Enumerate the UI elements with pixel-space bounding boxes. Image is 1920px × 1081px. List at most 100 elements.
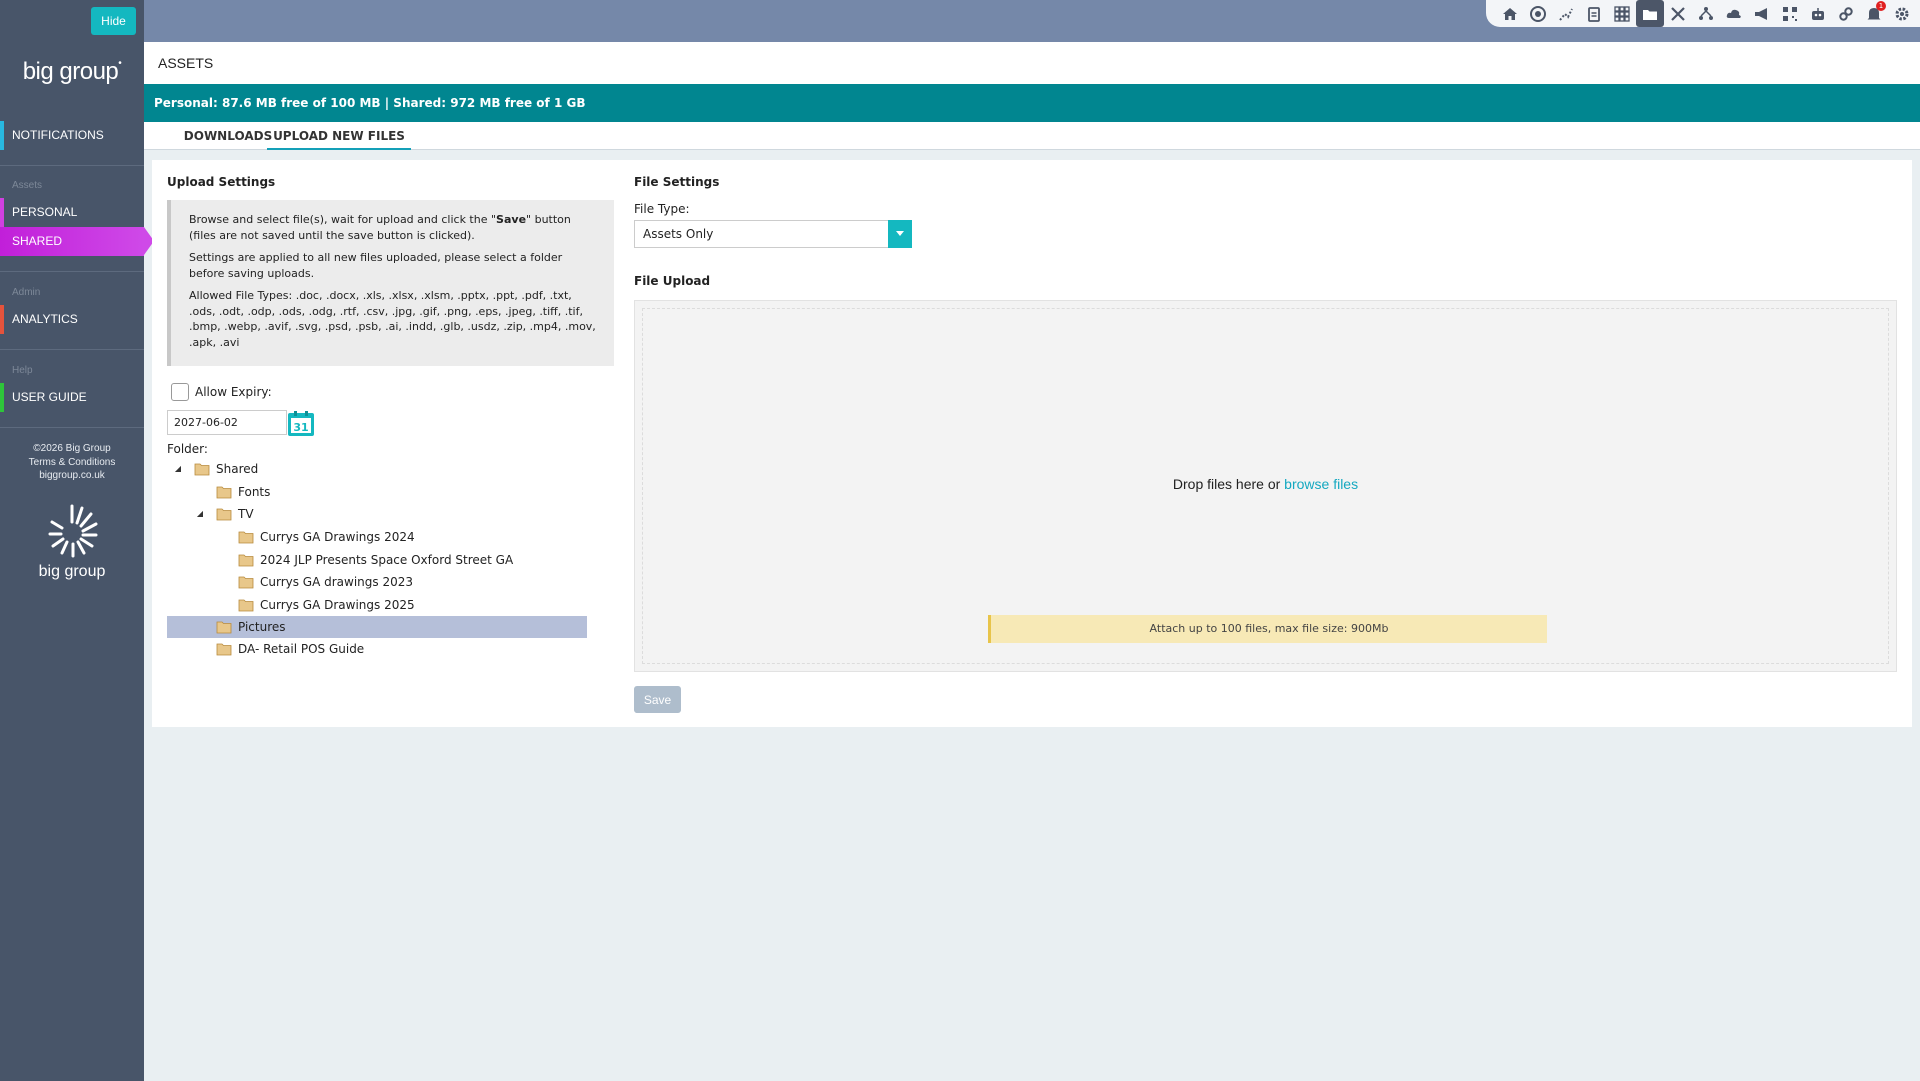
tree-node-currys-2024[interactable]: Currys GA Drawings 2024 [238,526,415,548]
grid-tool[interactable] [1608,0,1636,27]
notifications-tool[interactable]: 1 [1860,0,1888,27]
footer-logo-text: big group [38,563,106,580]
upload-info-box: Browse and select file(s), wait for uplo… [167,200,614,366]
collapse-toggle-icon[interactable]: ◢ [194,503,206,525]
expiry-date-input[interactable] [167,410,287,435]
nav-label: PERSONAL [12,205,78,219]
robot-tool[interactable] [1804,0,1832,27]
tree-node-shared[interactable]: ◢ Shared [172,458,258,480]
top-bar: 1 [144,0,1920,42]
tree-node-pictures[interactable]: Pictures [167,616,587,638]
network-tool[interactable] [1692,0,1720,27]
calendar-icon[interactable]: 31 [287,410,315,437]
upload-settings-title: Upload Settings [167,175,276,189]
qr-icon [1783,6,1797,21]
browse-files-link[interactable]: browse files [1284,476,1358,492]
aperture-tool[interactable] [1524,0,1552,27]
nav-indicator [0,121,4,150]
cloud-tool[interactable] [1720,0,1748,27]
tree-node-currys-2025[interactable]: Currys GA Drawings 2025 [238,594,415,616]
home-tool[interactable] [1496,0,1524,27]
file-type-select[interactable]: Assets Only [634,220,912,248]
tree-node-da-retail[interactable]: DA- Retail POS Guide [216,638,364,660]
tools-icon [1671,6,1685,21]
logo-mark: • [118,58,122,69]
tree-label: Pictures [238,620,286,634]
tree-label: 2024 JLP Presents Space Oxford Street GA [260,553,514,567]
nav-user-guide[interactable]: USER GUIDE [0,383,144,412]
file-settings-title: File Settings [634,175,720,189]
settings-tool[interactable] [1888,0,1916,27]
tree-label: Currys GA Drawings 2024 [260,530,415,544]
tree-label: TV [238,507,254,521]
file-upload-title: File Upload [634,274,711,288]
tab-bar: DOWNLOADS UPLOAD NEW FILES [144,122,1920,150]
nav-indicator [0,198,4,227]
divider [0,349,144,350]
home-icon [1503,7,1517,20]
route-icon [1559,8,1573,21]
cloud-upload-icon [1726,9,1741,18]
aperture-icon [1530,5,1546,22]
copyright: ©2026 Big Group [33,443,111,454]
folder-icon [238,531,254,544]
folder-icon [238,599,254,612]
link-icon [1839,6,1853,21]
notification-badge: 1 [1876,1,1886,11]
clipboard-tool[interactable] [1580,0,1608,27]
tree-label: DA- Retail POS Guide [238,642,365,656]
sidebar-footer: ©2026 Big Group Terms & Conditions biggr… [0,442,144,483]
upload-limit-note: Attach up to 100 files, max file size: 9… [988,615,1547,643]
tree-label: Fonts [238,485,271,499]
chevron-down-icon[interactable] [888,220,912,248]
route-tool[interactable] [1552,0,1580,27]
logo[interactable]: big group• [0,58,144,86]
tree-node-fonts[interactable]: Fonts [194,481,270,503]
grid-icon [1614,5,1630,22]
nav-indicator [0,383,4,412]
drop-instructions: Drop files here or browse files [1172,476,1359,492]
terms-link[interactable]: Terms & Conditions [0,456,144,470]
gear-icon [1895,7,1909,20]
megaphone-tool[interactable] [1748,0,1776,27]
tools-tool[interactable] [1664,0,1692,27]
file-dropzone[interactable]: Drop files here or browse files Attach u… [634,300,1897,672]
nav-section-help: Help [12,365,33,376]
sidebar: Hide big group• NOTIFICATIONS Assets PER… [0,0,154,1081]
divider [0,427,144,428]
collapse-toggle-icon[interactable]: ◢ [172,458,184,480]
tree-label: Shared [216,462,259,476]
allow-expiry-label: Allow Expiry: [195,385,272,399]
tree-node-currys-2023[interactable]: Currys GA drawings 2023 [238,571,413,593]
divider [0,271,144,272]
tab-upload-new-files[interactable]: UPLOAD NEW FILES [267,122,411,150]
tree-node-tv[interactable]: ◢ TV [194,503,254,525]
folder-label: Folder: [167,442,208,456]
link-tool[interactable] [1832,0,1860,27]
tree-node-jlp[interactable]: 2024 JLP Presents Space Oxford Street GA [238,549,513,571]
page-title: ASSETS [144,42,1920,84]
assets-tool[interactable] [1636,0,1664,27]
app-toolbar: 1 [1486,0,1920,27]
tree-label: Currys GA Drawings 2025 [260,598,415,612]
site-link[interactable]: biggroup.co.uk [0,469,144,483]
qr-tool[interactable] [1776,0,1804,27]
info-settings: Settings are applied to all new files up… [189,251,563,280]
allow-expiry-checkbox[interactable] [171,383,189,401]
folder-icon [216,621,232,634]
nav-analytics[interactable]: ANALYTICS [0,305,144,334]
nav-personal[interactable]: PERSONAL [0,198,144,227]
file-type-label: File Type: [634,202,690,216]
info-file-types: Allowed File Types: .doc, .docx, .xls, .… [189,289,596,349]
hide-sidebar-button[interactable]: Hide [91,7,136,35]
nav-label: USER GUIDE [12,390,87,404]
nav-indicator [0,305,4,334]
storage-quota: Personal: 87.6 MB free of 100 MB | Share… [144,84,1920,122]
save-button[interactable]: Save [634,686,681,713]
nav-label: SHARED [12,234,63,248]
robot-icon [1812,7,1824,20]
nav-notifications[interactable]: NOTIFICATIONS [0,121,144,150]
nav-shared[interactable]: SHARED [0,227,154,256]
clipboard-icon [1588,6,1600,22]
folder-icon [216,486,232,499]
